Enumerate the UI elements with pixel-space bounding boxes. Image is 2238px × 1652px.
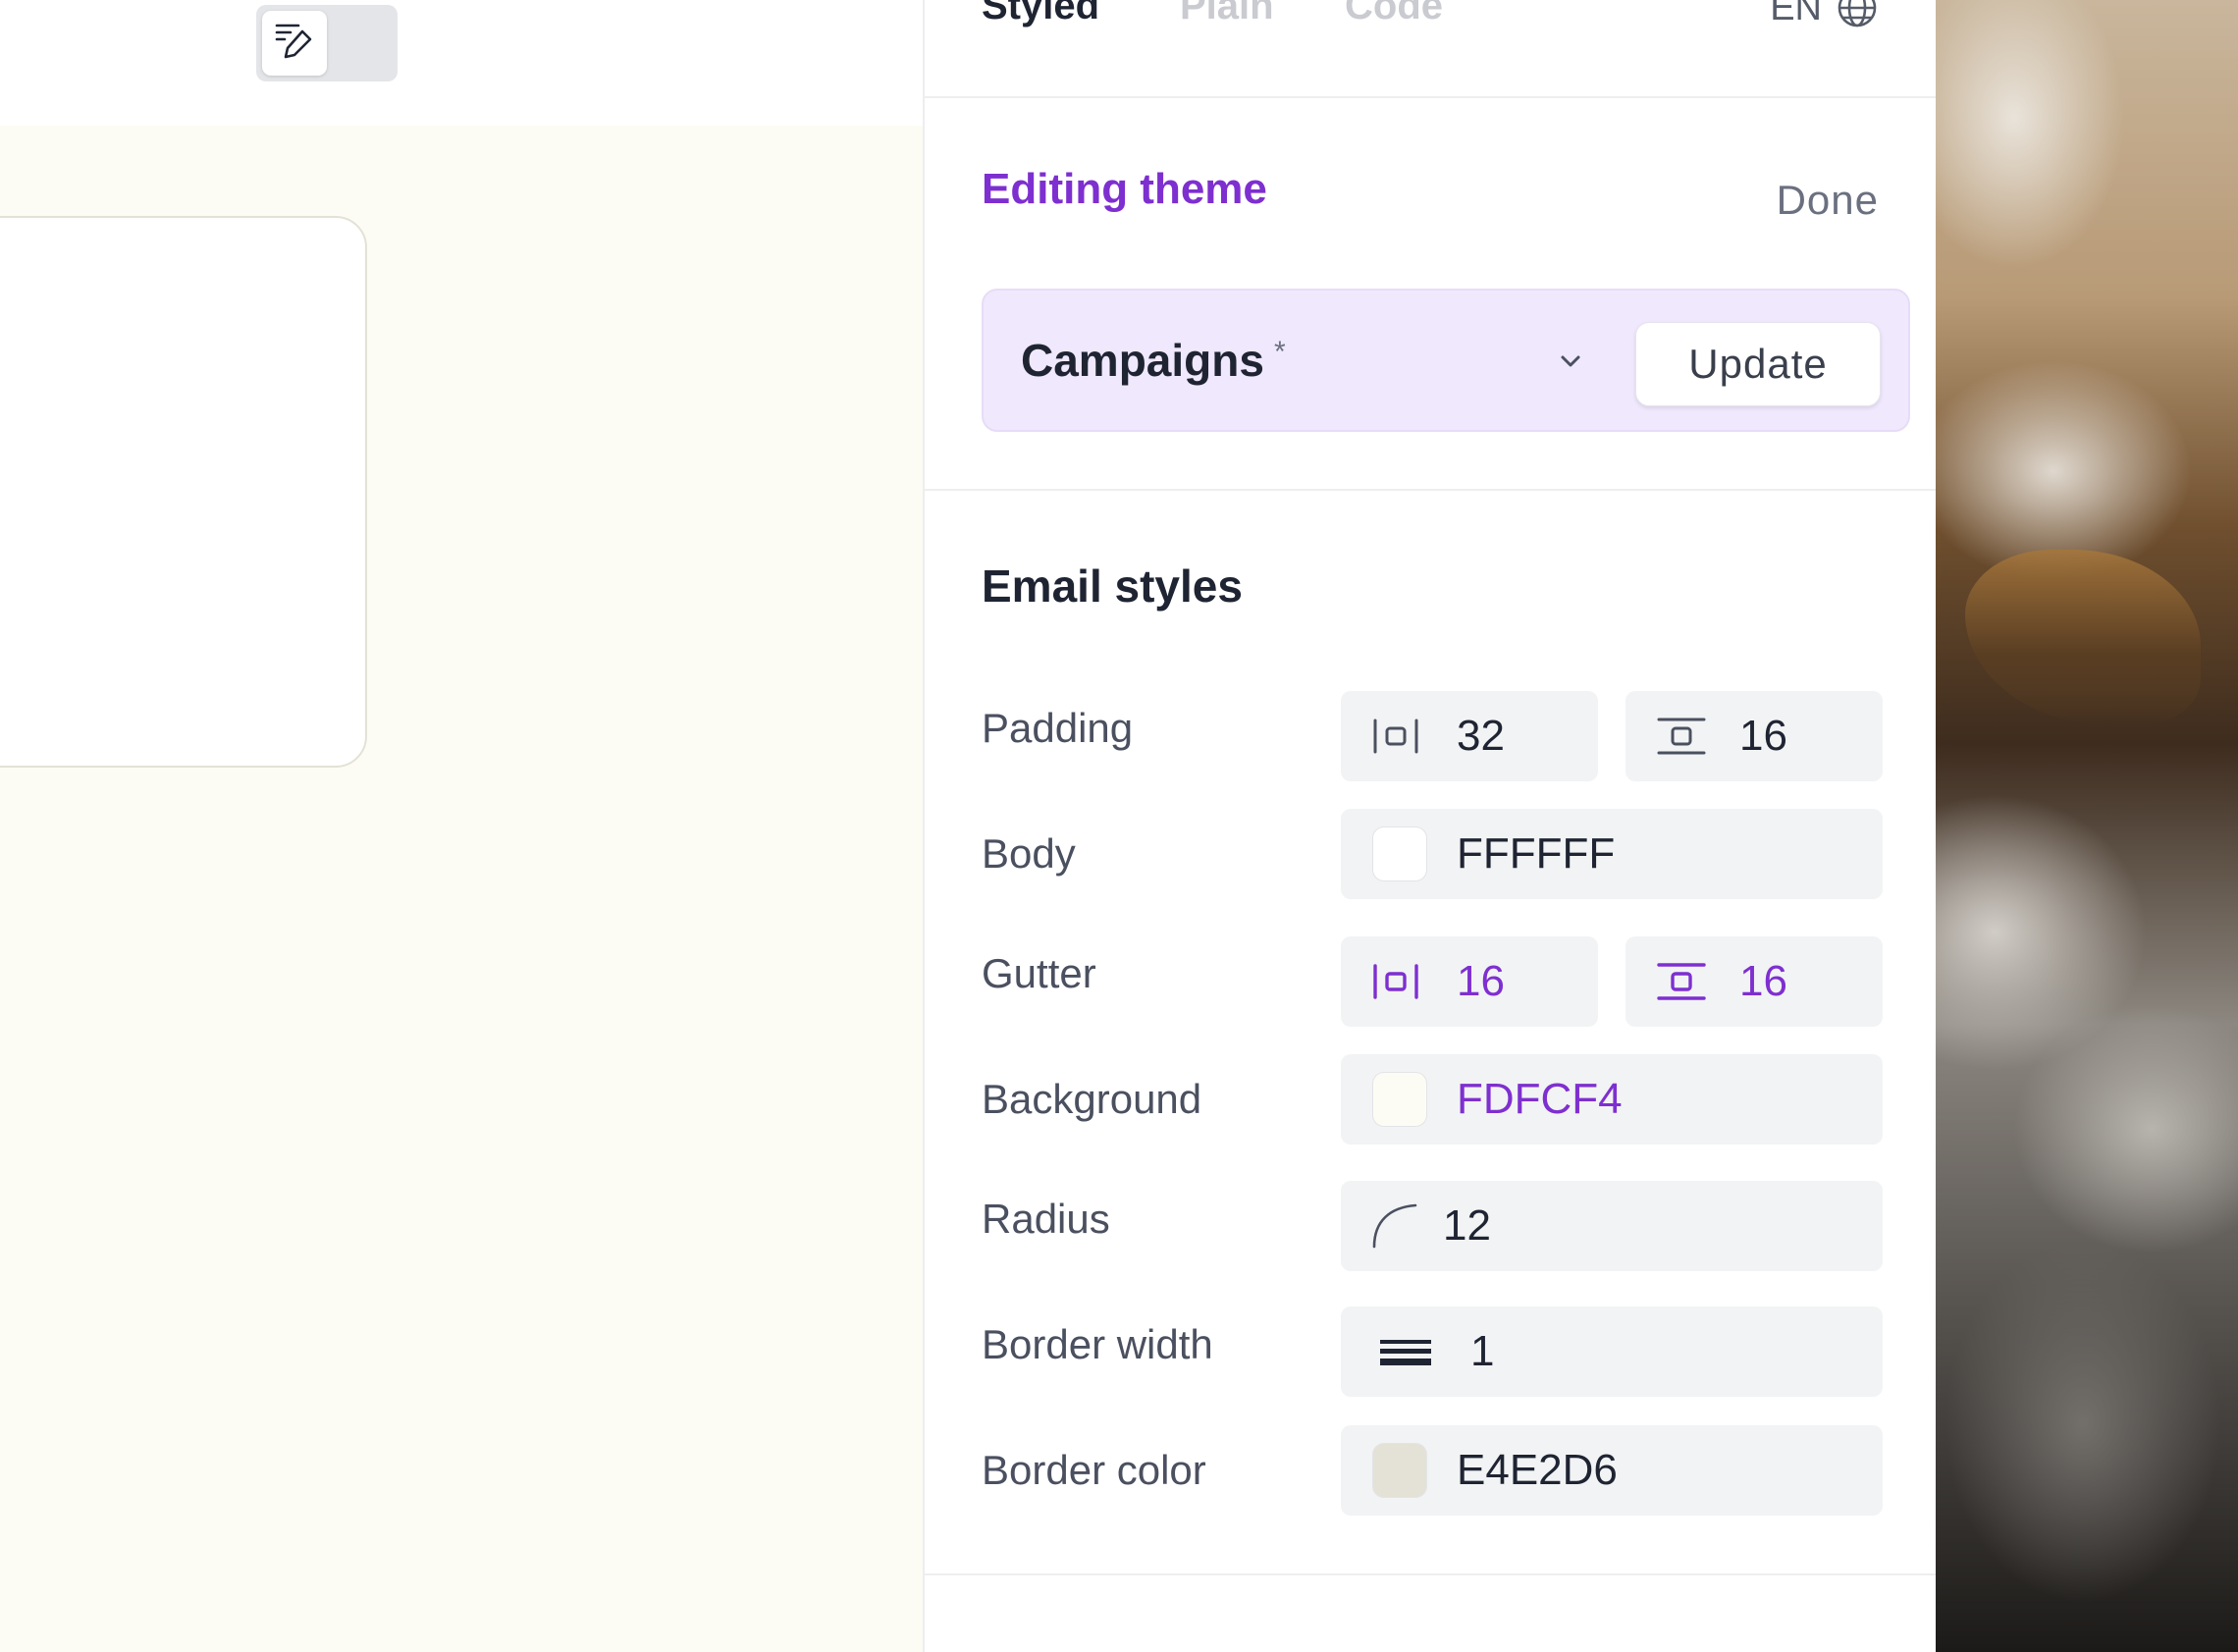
vertical-gutter-icon	[1657, 936, 1706, 1027]
border-color-label: Border color	[982, 1447, 1206, 1493]
compose-mode-toggle[interactable]	[256, 5, 398, 81]
done-button[interactable]: Done	[1777, 177, 1879, 224]
unsaved-marker: *	[1273, 336, 1286, 368]
tab-plain[interactable]: Plain	[1180, 0, 1274, 26]
update-theme-button[interactable]: Update	[1635, 322, 1881, 406]
theme-name: Campaigns	[1021, 335, 1264, 386]
padding-vertical-input[interactable]: 16	[1625, 691, 1883, 781]
theme-select[interactable]: Campaigns *	[1021, 334, 1286, 387]
language-code: EN	[1770, 0, 1822, 28]
gutter-horizontal-input[interactable]: 16	[1341, 936, 1598, 1027]
radius-input[interactable]: 12	[1341, 1181, 1883, 1271]
email-styles-title: Email styles	[982, 560, 1243, 612]
body-label: Body	[982, 830, 1076, 877]
border-color-input[interactable]: E4E2D6	[1341, 1425, 1883, 1516]
padding-horizontal-value: 32	[1457, 712, 1505, 760]
border-width-value: 1	[1470, 1327, 1495, 1375]
language-selector[interactable]: EN	[1770, 0, 1879, 29]
body-color-swatch[interactable]	[1372, 826, 1427, 881]
vertical-padding-icon	[1657, 691, 1706, 781]
border-width-icon	[1380, 1306, 1431, 1397]
border-width-input[interactable]: 1	[1341, 1306, 1883, 1397]
email-body-card[interactable]	[0, 216, 367, 768]
background-label: Background	[982, 1076, 1202, 1122]
background-photo	[1936, 0, 2238, 1652]
radius-icon	[1370, 1181, 1419, 1271]
email-canvas	[0, 126, 923, 1652]
section-divider	[925, 1573, 1936, 1575]
padding-label: Padding	[982, 705, 1134, 751]
gutter-horizontal-value: 16	[1457, 957, 1505, 1005]
section-divider	[925, 489, 1936, 491]
border-color-swatch[interactable]	[1372, 1443, 1427, 1498]
theme-editor-panel: Styled Plain Code EN Editing theme Done …	[923, 0, 1936, 1652]
gutter-label: Gutter	[982, 950, 1096, 996]
editing-theme-heading: Editing theme	[982, 165, 1267, 213]
horizontal-padding-icon	[1370, 691, 1421, 781]
toggle-knob[interactable]	[262, 11, 327, 76]
padding-horizontal-input[interactable]: 32	[1341, 691, 1598, 781]
horizontal-gutter-icon	[1370, 936, 1421, 1027]
photo-mountain-detail	[1965, 550, 2201, 726]
body-color-input[interactable]: FFFFFF	[1341, 809, 1883, 899]
padding-vertical-value: 16	[1739, 712, 1787, 760]
background-color-value: FDFCF4	[1457, 1075, 1623, 1123]
compose-icon	[273, 20, 316, 68]
border-color-value: E4E2D6	[1457, 1446, 1618, 1494]
border-width-label: Border width	[982, 1321, 1213, 1367]
theme-selector-box: Campaigns * Update	[982, 289, 1910, 432]
body-color-value: FFFFFF	[1457, 829, 1616, 878]
background-color-input[interactable]: FDFCF4	[1341, 1054, 1883, 1145]
email-preview-pane	[0, 0, 923, 1652]
tab-code[interactable]: Code	[1345, 0, 1443, 26]
gutter-vertical-value: 16	[1739, 957, 1787, 1005]
radius-label: Radius	[982, 1196, 1110, 1242]
gutter-vertical-input[interactable]: 16	[1625, 936, 1883, 1027]
view-tabs: Styled Plain Code EN	[925, 0, 1936, 98]
background-color-swatch[interactable]	[1372, 1072, 1427, 1127]
preview-toolbar	[0, 0, 923, 126]
radius-value: 12	[1443, 1201, 1491, 1250]
tab-styled[interactable]: Styled	[982, 0, 1099, 26]
globe-icon	[1836, 0, 1879, 29]
chevron-down-icon[interactable]	[1555, 346, 1586, 382]
